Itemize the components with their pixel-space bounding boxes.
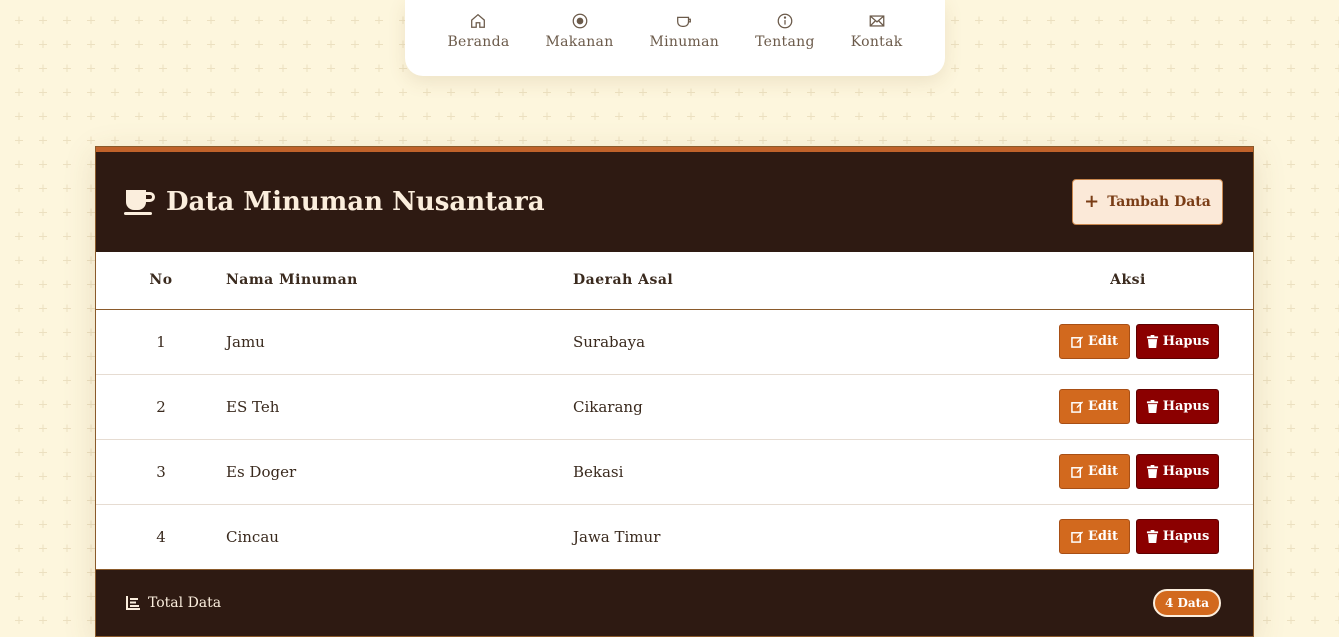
row-no: 4	[96, 504, 226, 570]
delete-button[interactable]: Hapus	[1136, 519, 1219, 554]
bar-chart-icon	[126, 595, 140, 610]
plus-icon: +	[1084, 191, 1100, 212]
nav-label-minuman: Minuman	[649, 34, 720, 50]
column-header-action: Aksi	[1003, 252, 1253, 310]
nav-item-tentang[interactable]: Tentang	[737, 12, 833, 50]
row-region: Bekasi	[573, 439, 1003, 505]
column-header-name: Nama Minuman	[226, 252, 573, 310]
card-title-text: Data Minuman Nusantara	[166, 187, 545, 217]
nav-item-minuman[interactable]: Minuman	[632, 12, 738, 50]
edit-label: Edit	[1088, 399, 1118, 414]
row-name: Cincau	[226, 504, 573, 570]
home-icon	[471, 13, 486, 28]
delete-label: Hapus	[1162, 529, 1210, 544]
table-row: 1 Jamu Surabaya Edit Hapus	[96, 309, 1253, 375]
delete-button[interactable]: Hapus	[1136, 389, 1219, 424]
trash-icon	[1146, 335, 1158, 348]
nav-item-kontak[interactable]: Kontak	[833, 12, 921, 50]
table-row: 2 ES Teh Cikarang Edit Hapus	[96, 374, 1253, 440]
row-name: Es Doger	[226, 439, 573, 505]
table-header-row: No Nama Minuman Daerah Asal Aksi	[96, 252, 1253, 310]
mug-icon	[124, 190, 155, 215]
card-header: Data Minuman Nusantara + Tambah Data	[96, 147, 1253, 252]
top-navbar: Beranda Makanan Minuman Tentang Kontak	[405, 0, 945, 76]
table-row: 4 Cincau Jawa Timur Edit Hapus	[96, 504, 1253, 570]
row-region: Cikarang	[573, 374, 1003, 440]
card-title: Data Minuman Nusantara	[124, 187, 545, 217]
total-count-badge: 4 Data	[1152, 588, 1221, 617]
total-data-text: Total Data	[148, 594, 222, 611]
nav-label-tentang: Tentang	[755, 34, 815, 50]
info-icon	[777, 13, 793, 29]
card-footer: Total Data 4 Data	[96, 569, 1253, 636]
edit-icon	[1071, 531, 1084, 543]
edit-button[interactable]: Edit	[1059, 324, 1130, 359]
drink-data-card: Data Minuman Nusantara + Tambah Data No …	[95, 146, 1254, 637]
food-icon	[572, 13, 587, 29]
edit-icon	[1071, 401, 1084, 413]
delete-label: Hapus	[1162, 399, 1210, 414]
table-row: 3 Es Doger Bekasi Edit Hapus	[96, 439, 1253, 505]
row-actions: Edit Hapus	[1003, 504, 1253, 570]
edit-label: Edit	[1088, 529, 1118, 544]
nav-label-beranda: Beranda	[447, 34, 510, 50]
nav-label-kontak: Kontak	[850, 34, 903, 50]
row-name: ES Teh	[226, 374, 573, 440]
cup-icon	[677, 16, 692, 28]
add-data-label: Tambah Data	[1107, 194, 1211, 210]
nav-label-makanan: Makanan	[545, 34, 614, 50]
delete-button[interactable]: Hapus	[1136, 324, 1219, 359]
edit-icon	[1071, 336, 1084, 348]
edit-icon	[1071, 466, 1084, 478]
edit-label: Edit	[1088, 464, 1118, 479]
nav-item-makanan[interactable]: Makanan	[528, 12, 632, 50]
delete-button[interactable]: Hapus	[1136, 454, 1219, 489]
column-header-no: No	[96, 252, 226, 310]
row-no: 1	[96, 309, 226, 375]
edit-button[interactable]: Edit	[1059, 389, 1130, 424]
trash-icon	[1146, 400, 1158, 413]
row-region: Surabaya	[573, 309, 1003, 375]
total-data-label: Total Data	[126, 595, 221, 611]
delete-label: Hapus	[1162, 464, 1210, 479]
nav-item-beranda[interactable]: Beranda	[429, 12, 527, 50]
add-data-button[interactable]: + Tambah Data	[1072, 179, 1223, 225]
mail-icon	[869, 15, 884, 27]
edit-button[interactable]: Edit	[1059, 454, 1130, 489]
row-actions: Edit Hapus	[1003, 309, 1253, 375]
drink-table: No Nama Minuman Daerah Asal Aksi 1 Jamu …	[96, 252, 1253, 570]
trash-icon	[1146, 465, 1158, 478]
edit-label: Edit	[1088, 334, 1118, 349]
row-name: Jamu	[226, 309, 573, 375]
row-region: Jawa Timur	[573, 504, 1003, 570]
column-header-region: Daerah Asal	[573, 252, 1003, 310]
row-actions: Edit Hapus	[1003, 374, 1253, 440]
delete-label: Hapus	[1162, 334, 1210, 349]
row-actions: Edit Hapus	[1003, 439, 1253, 505]
row-no: 3	[96, 439, 226, 505]
trash-icon	[1146, 530, 1158, 543]
row-no: 2	[96, 374, 226, 440]
edit-button[interactable]: Edit	[1059, 519, 1130, 554]
